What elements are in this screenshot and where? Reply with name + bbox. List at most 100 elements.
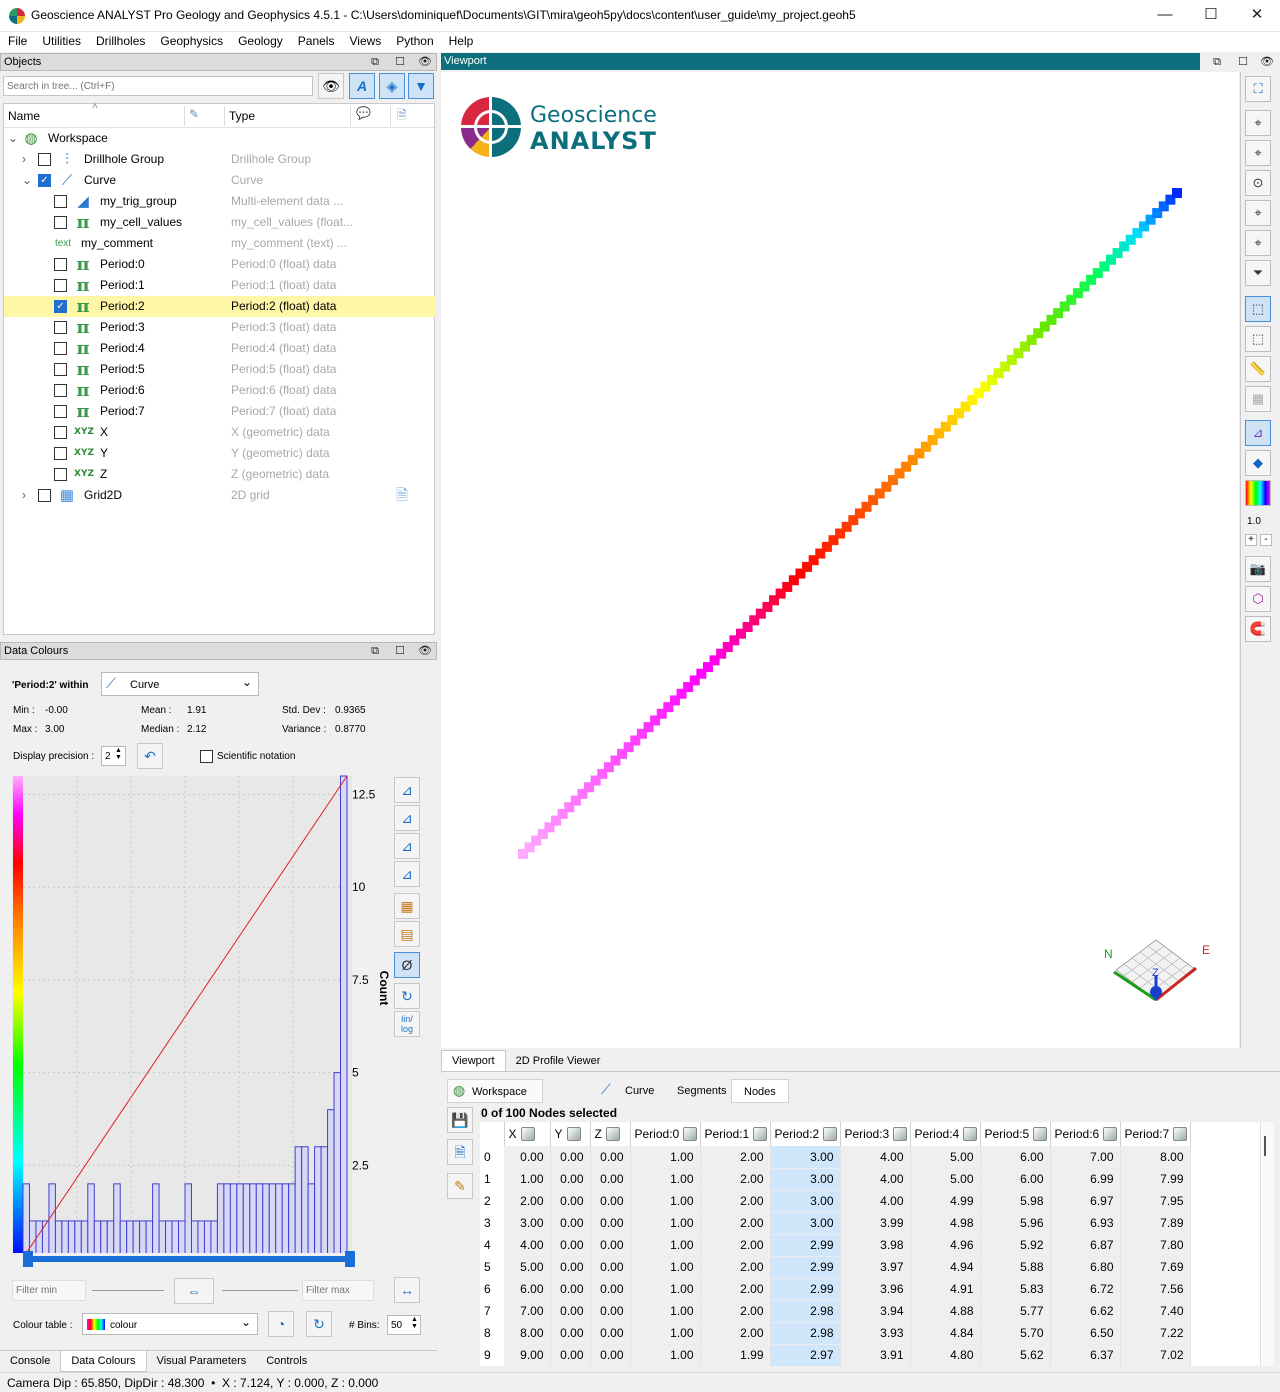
table-cell[interactable]: 5.98 [980, 1190, 1051, 1213]
table-row[interactable]: 5 5.00 0.00 0.00 1.00 2.00 2.99 3.97 4.94 5.88 6.8… [480, 1256, 1191, 1279]
tree-row-period-5[interactable]: π Period:5 Period:5 (float) data [4, 359, 436, 380]
table-row[interactable]: 7 7.00 0.00 0.00 1.00 2.00 2.98 3.94 4.88 5.77 6.6… [480, 1300, 1191, 1323]
float-panel-icon[interactable]: ⧉ [1208, 54, 1226, 70]
hide-panel-icon[interactable]: 👁 [416, 643, 434, 659]
table-cell[interactable]: 0.00 [550, 1146, 591, 1169]
table-cell[interactable]: 5.88 [980, 1256, 1051, 1279]
within-dropdown[interactable]: ⟋ Curve ⌄ [101, 672, 259, 696]
table-cell[interactable]: 5.70 [980, 1322, 1051, 1345]
histogram-view-icon-3[interactable]: ⊿ [394, 833, 420, 859]
ruler-icon[interactable]: 📏 [1245, 356, 1271, 382]
menu-views[interactable]: Views [341, 32, 388, 48]
tree-row-drillhole-group[interactable]: › ⫶ Drillhole Group Drillhole Group [4, 149, 436, 170]
table-cell[interactable]: 4.00 [840, 1146, 911, 1169]
table-cell[interactable]: 2.98 [770, 1322, 841, 1345]
visibility-checkbox[interactable] [54, 468, 67, 481]
col-name-header[interactable]: Name [8, 109, 40, 123]
column-header-y[interactable]: Y [550, 1122, 591, 1146]
table-cell[interactable]: 5.96 [980, 1212, 1051, 1235]
visibility-checkbox[interactable] [54, 195, 67, 208]
tree-row-curve[interactable]: ⌄ ✓ ⟋ Curve Curve [4, 170, 436, 191]
tree-row-period-6[interactable]: π Period:6 Period:6 (float) data [4, 380, 436, 401]
visibility-checkbox[interactable]: ✓ [54, 300, 67, 313]
tab-segments[interactable]: Segments [669, 1079, 737, 1103]
tree-row-x[interactable]: XYZ X X (geometric) data [4, 422, 436, 443]
table-cell[interactable]: 3.93 [840, 1322, 911, 1345]
table-cell[interactable]: 0.00 [550, 1322, 591, 1345]
table-cell[interactable]: 7.02 [1120, 1344, 1191, 1366]
column-style-icon[interactable] [1103, 1127, 1118, 1142]
table-cell[interactable]: 2.00 [700, 1234, 771, 1257]
table-cell[interactable]: 4.00 [504, 1234, 551, 1257]
camera-target-icon-1[interactable]: ⌖ [1245, 110, 1271, 136]
visibility-checkbox[interactable] [54, 342, 67, 355]
viewport-canvas[interactable]: Geoscience ANALYST N E Z [441, 72, 1239, 1048]
reset-arrow-icon[interactable]: ↶ [137, 743, 163, 769]
null-value-icon[interactable]: Ø [394, 952, 420, 978]
table-cell[interactable]: 4.80 [910, 1344, 981, 1366]
col-type-header[interactable]: Type [229, 109, 255, 123]
close-button[interactable]: ✕ [1234, 0, 1280, 32]
tree-row-grid2d[interactable]: › ▦ Grid2D 2D grid 🗎 [4, 485, 436, 506]
column-style-icon[interactable] [963, 1127, 978, 1142]
table-cell[interactable]: 6.97 [1050, 1190, 1121, 1213]
collapse-arrow-icon[interactable]: ⌄ [22, 170, 32, 191]
collapse-arrow-icon[interactable]: ⌄ [8, 128, 18, 149]
table-cell[interactable]: 1.00 [630, 1278, 701, 1301]
table-cell[interactable]: 0.00 [590, 1146, 631, 1169]
histogram-view-icon-4[interactable]: ⊿ [394, 861, 420, 887]
column-style-icon[interactable] [520, 1127, 535, 1142]
table-cell[interactable]: 2.00 [700, 1190, 771, 1213]
table-row[interactable]: 8 8.00 0.00 0.00 1.00 2.00 2.98 3.93 4.84 5.70 6.5… [480, 1322, 1191, 1345]
visibility-checkbox[interactable] [38, 153, 51, 166]
menu-geophysics[interactable]: Geophysics [152, 32, 230, 48]
save-as-icon[interactable]: 🗎 [447, 1139, 473, 1165]
table-cell[interactable]: 7.56 [1120, 1278, 1191, 1301]
table-cell[interactable]: 3.00 [504, 1212, 551, 1235]
column-style-icon[interactable] [1033, 1127, 1048, 1142]
table-cell[interactable]: 1.00 [630, 1212, 701, 1235]
table-cell[interactable]: 1.00 [630, 1322, 701, 1345]
cube-icon[interactable]: ⬡ [1245, 586, 1271, 612]
tab-console[interactable]: Console [0, 1351, 60, 1371]
curve-3d-view[interactable] [441, 72, 1239, 1048]
column-style-icon[interactable] [605, 1127, 620, 1142]
visibility-checkbox[interactable] [54, 405, 67, 418]
float-panel-icon[interactable]: ⧉ [366, 54, 384, 70]
table-cell[interactable]: 6.00 [980, 1146, 1051, 1169]
zoom-extents-icon[interactable]: ⛶ [1245, 76, 1271, 102]
table-cell[interactable]: 0.00 [550, 1256, 591, 1279]
tab-data-colours[interactable]: Data Colours [60, 1351, 147, 1372]
table-cell[interactable]: 3.98 [840, 1234, 911, 1257]
table-cell[interactable]: 5.00 [910, 1168, 981, 1191]
table-cell[interactable]: 0.00 [590, 1344, 631, 1366]
table-cell[interactable]: 7.80 [1120, 1234, 1191, 1257]
tree-row-period-0[interactable]: π Period:0 Period:0 (float) data [4, 254, 436, 275]
table-cell[interactable]: 1.00 [630, 1168, 701, 1191]
tree-row-period-2[interactable]: ✓ π Period:2 Period:2 (float) data [4, 296, 436, 317]
histogram-view-icon-1[interactable]: ⊿ [394, 777, 420, 803]
table-cell[interactable]: 3.00 [770, 1190, 841, 1213]
table-cell[interactable]: 1.00 [504, 1168, 551, 1191]
table-cell[interactable]: 1.99 [700, 1344, 771, 1366]
document-icon[interactable]: 🗎 [396, 485, 408, 506]
table-cell[interactable]: 4.88 [910, 1300, 981, 1323]
tree-row-z[interactable]: XYZ Z Z (geometric) data [4, 464, 436, 485]
visibility-checkbox[interactable] [54, 426, 67, 439]
table-cell[interactable]: 3.94 [840, 1300, 911, 1323]
table-cell[interactable]: 6.72 [1050, 1278, 1121, 1301]
paint-bucket-icon[interactable]: ◆ [1245, 450, 1271, 476]
nodes-table[interactable]: X Y Z Period:0 Period:1 Period:2 Period:3 Perio… [480, 1122, 1260, 1366]
table-cell[interactable]: 4.00 [840, 1190, 911, 1213]
minimize-button[interactable]: — [1142, 0, 1188, 32]
menu-geology[interactable]: Geology [230, 32, 290, 48]
bins-spinbox[interactable]: 50 ▲ ▼ [387, 1315, 421, 1335]
table-cell[interactable]: 3.00 [770, 1168, 841, 1191]
range-slider-min-handle[interactable] [23, 1251, 33, 1267]
edit-pencil-icon[interactable]: ✎ [189, 107, 199, 121]
table-cell[interactable]: 0.00 [590, 1168, 631, 1191]
visibility-checkbox[interactable] [54, 447, 67, 460]
table-cell[interactable]: 2.97 [770, 1344, 841, 1366]
refresh-icon[interactable]: ↻ [394, 983, 420, 1009]
table-row[interactable]: 0 0.00 0.00 0.00 1.00 2.00 3.00 4.00 5.00 6.00 7.0… [480, 1146, 1191, 1169]
